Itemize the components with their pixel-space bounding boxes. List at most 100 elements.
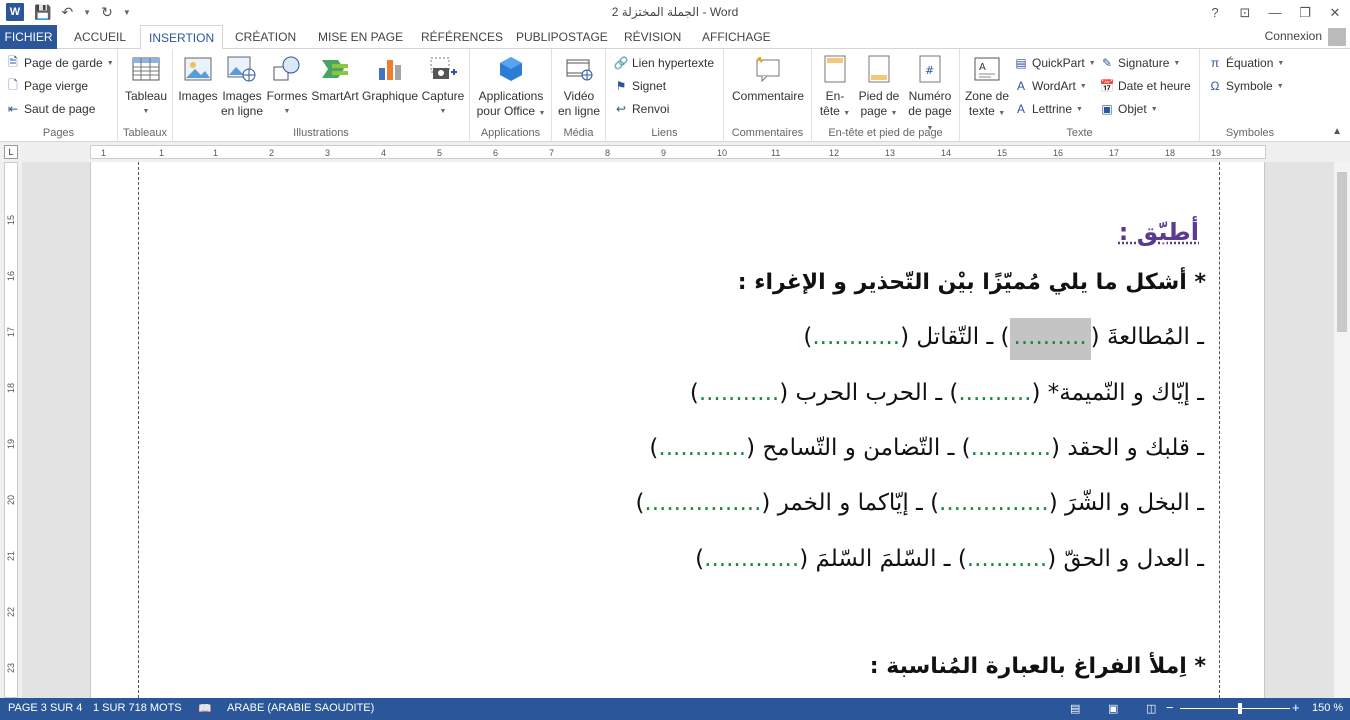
online-picture-icon — [226, 53, 258, 85]
tab-accueil[interactable]: ACCUEIL — [66, 25, 134, 49]
chevron-down-icon: ▼ — [538, 110, 546, 117]
answer-blank[interactable]: ............. — [704, 546, 799, 572]
chevron-down-icon: ▼ — [1277, 59, 1285, 67]
signature-line-button[interactable]: ✎ Signature ▼ — [1100, 53, 1180, 73]
online-images-button[interactable]: Images en ligne — [220, 53, 264, 119]
tab-revision[interactable]: RÉVISION — [616, 25, 689, 49]
drop-cap-button[interactable]: A Lettrine ▼ — [1014, 99, 1083, 119]
maximize-button[interactable]: ❐ — [1290, 0, 1320, 25]
date-time-button[interactable]: 📅 Date et heure — [1100, 76, 1191, 96]
zoom-level[interactable]: 150 % — [1312, 702, 1343, 714]
quickpart-button[interactable]: ▤ QuickPart ▼ — [1014, 53, 1095, 73]
group-label-pages: Pages — [42, 127, 75, 139]
ruler-bar[interactable]: 1 1 1 2 3 4 5 6 7 8 9 10 11 12 13 14 15 16 17 18 19 — [90, 145, 1266, 159]
window-controls: ? ⊡ — ❐ ✕ — [1200, 0, 1350, 25]
page-number-button[interactable]: # Numéro de page ▼ — [904, 53, 956, 136]
symbol-button[interactable]: Ω Symbole ▼ — [1208, 76, 1284, 96]
instruction-1: * أشكل ما يلي مُميّزًا بيْن التّحذير و ا… — [737, 270, 1206, 295]
sign-in-link[interactable]: Connexion — [1265, 29, 1322, 43]
ribbon-display-options-button[interactable]: ⊡ — [1230, 0, 1260, 25]
table-button[interactable]: Tableau ▼ — [124, 53, 168, 119]
zoom-in-button[interactable]: + — [1292, 700, 1300, 715]
proofing-icon[interactable]: 📖 — [198, 702, 212, 715]
comment-icon — [752, 53, 784, 85]
ruler-tick-label: 12 — [829, 148, 840, 158]
pi-icon: π — [1210, 56, 1220, 70]
text-box-button[interactable]: A Zone de texte ▼ — [962, 53, 1012, 121]
answer-blank[interactable]: ........... — [971, 435, 1051, 461]
answer-blank[interactable]: .......... — [1009, 318, 1091, 360]
zoom-slider-thumb[interactable] — [1238, 703, 1242, 714]
online-video-button[interactable]: Vidéo en ligne — [555, 53, 603, 119]
read-mode-icon[interactable]: ▤ — [1070, 702, 1080, 715]
screenshot-button[interactable]: Capture ▼ — [420, 53, 466, 119]
answer-blank[interactable]: ................ — [644, 490, 761, 516]
video-icon — [563, 53, 595, 85]
smartart-button[interactable]: SmartArt — [310, 53, 360, 104]
zoom-out-button[interactable]: − — [1166, 700, 1174, 715]
cross-reference-button[interactable]: ↩ Renvoi — [614, 99, 669, 119]
vertical-ruler-tick-label: 19 — [6, 438, 17, 450]
cover-page-button[interactable]: 🗎 Page de garde ▼ — [6, 53, 114, 73]
vertical-ruler-tick-label: 15 — [6, 214, 17, 226]
tab-insertion[interactable]: INSERTION — [140, 25, 224, 50]
answer-blank[interactable]: ........... — [967, 546, 1047, 572]
avatar[interactable] — [1328, 28, 1346, 46]
page-count[interactable]: PAGE 3 SUR 4 — [8, 702, 82, 714]
answer-blank[interactable]: ............ — [658, 435, 746, 461]
vertical-scrollbar[interactable] — [1334, 162, 1350, 698]
blank-page-button[interactable]: 🗋 Page vierge — [6, 76, 88, 96]
tab-references[interactable]: RÉFÉRENCES — [413, 25, 511, 49]
footer-icon — [863, 53, 895, 85]
close-button[interactable]: ✕ — [1320, 0, 1350, 25]
web-layout-icon[interactable]: ◫ — [1146, 702, 1156, 715]
ribbon: 🗎 Page de garde ▼ 🗋 Page vierge ⇤ Saut d… — [0, 49, 1350, 142]
document-page[interactable]: أطبّق : * أشكل ما يلي مُميّزًا بيْن التّ… — [90, 162, 1265, 698]
group-label-text: Texte — [1066, 127, 1093, 139]
answer-blank[interactable]: ............ — [812, 324, 900, 350]
tab-affichage[interactable]: AFFICHAGE — [694, 25, 779, 49]
answer-blank[interactable]: ............... — [939, 490, 1049, 516]
chart-button[interactable]: Graphique — [362, 53, 418, 104]
chevron-down-icon: ▼ — [890, 110, 898, 117]
tab-selector[interactable]: L — [4, 145, 18, 159]
help-button[interactable]: ? — [1200, 0, 1230, 25]
exercise-line: ـ العدل و الحقّ (...........) ـ السّلمَ … — [695, 546, 1204, 572]
tab-creation[interactable]: CRÉATION — [227, 25, 304, 49]
images-button[interactable]: Images — [177, 53, 219, 104]
language-indicator[interactable]: ARABE (ARABIE SAOUDITE) — [227, 702, 374, 714]
collapse-ribbon-icon[interactable]: ▲ — [1332, 126, 1342, 137]
vertical-ruler-bar[interactable]: 15 16 17 18 19 20 21 22 23 — [4, 162, 18, 698]
office-apps-button[interactable]: Applications pour Office ▼ — [474, 53, 548, 121]
tab-mise-en-page[interactable]: MISE EN PAGE — [310, 25, 411, 49]
header-button[interactable]: En- tête ▼ — [816, 53, 854, 121]
comment-button[interactable]: Commentaire — [728, 53, 808, 104]
tab-file[interactable]: FICHIER — [0, 25, 57, 49]
word-count[interactable]: 1 SUR 718 MOTS — [93, 702, 182, 714]
print-layout-icon[interactable]: ▣ — [1108, 702, 1118, 715]
group-label-links: Liens — [651, 127, 678, 139]
group-tables: Tableau ▼ Tableaux — [118, 49, 173, 142]
footer-button[interactable]: Pied de page ▼ — [856, 53, 902, 121]
zoom-slider[interactable] — [1180, 708, 1290, 709]
minimize-button[interactable]: — — [1260, 0, 1290, 25]
calendar-icon: 📅 — [1099, 79, 1115, 93]
equation-button[interactable]: π Équation ▼ — [1208, 53, 1284, 73]
shapes-button[interactable]: Formes ▼ — [266, 53, 308, 119]
word-window: W 💾 ↶ ▼ ↻ ▼ الجملة المختزلة 2 - Word ? ⊡… — [0, 0, 1350, 720]
cross-reference-icon: ↩ — [615, 102, 627, 116]
hyperlink-button[interactable]: 🔗 Lien hypertexte — [613, 53, 715, 73]
page-break-button[interactable]: ⇤ Saut de page — [6, 99, 95, 119]
vertical-ruler: 15 16 17 18 19 20 21 22 23 — [0, 162, 22, 698]
group-comments: Commentaire Commentaires — [724, 49, 812, 142]
page-margin-right — [1219, 162, 1220, 698]
link-icon: 🔗 — [613, 56, 629, 70]
wordart-button[interactable]: A WordArt ▼ — [1014, 76, 1087, 96]
tab-publipostage[interactable]: PUBLIPOSTAGE — [508, 25, 616, 49]
group-text: A Zone de texte ▼ ▤ QuickPart ▼ A WordAr… — [960, 49, 1200, 142]
bookmark-button[interactable]: ⚑ Signet — [614, 76, 666, 96]
object-button[interactable]: ▣ Objet ▼ — [1100, 99, 1157, 119]
answer-blank[interactable]: .......... — [958, 380, 1031, 406]
scrollbar-thumb[interactable] — [1337, 172, 1347, 332]
answer-blank[interactable]: ........... — [699, 380, 779, 406]
